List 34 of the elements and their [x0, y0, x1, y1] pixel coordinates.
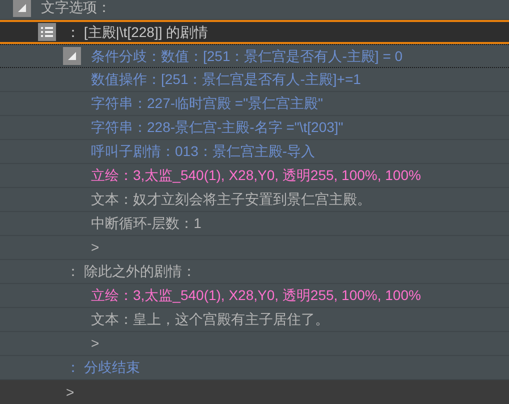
- command-row[interactable]: 呼叫子剧情：013：景仁宫主殿-导入: [0, 140, 509, 164]
- command-text: ： 除此之外的剧情：: [66, 262, 196, 281]
- command-text: 呼叫子剧情：013：景仁宫主殿-导入: [91, 142, 316, 161]
- command-row[interactable]: 字符串：227-临时宫殿 ="景仁宫主殿": [0, 92, 509, 116]
- command-row[interactable]: ： [主殿|\t[228]] 的剧情: [0, 20, 509, 44]
- command-row[interactable]: 立绘：3,太监_540(1), X28,Y0, 透明255, 100%, 100%: [0, 284, 509, 308]
- command-text: 条件分歧：数值：[251：景仁宫是否有人-主殿] = 0: [91, 46, 403, 66]
- command-text: 中断循环-层数：1: [91, 214, 202, 233]
- command-row[interactable]: >: [0, 380, 509, 404]
- expanded-triangle-icon[interactable]: [13, 0, 31, 16]
- command-row[interactable]: 文本：奴才立刻会将主子安置到景仁宫主殿。: [0, 188, 509, 212]
- command-text: 字符串：228-景仁宫-主殿-名字 ="\t[203]": [91, 118, 344, 137]
- command-row[interactable]: 文本：皇上，这个宫殿有主子居住了。: [0, 308, 509, 332]
- command-text: ： [主殿|\t[228]] 的剧情: [66, 22, 208, 42]
- command-row[interactable]: >: [0, 236, 509, 260]
- command-text: 文本：奴才立刻会将主子安置到景仁宫主殿。: [91, 190, 371, 209]
- command-text: >: [91, 238, 100, 257]
- command-row[interactable]: 数值操作：[251：景仁宫是否有人-主殿]+=1: [0, 68, 509, 92]
- command-text: 立绘：3,太监_540(1), X28,Y0, 透明255, 100%, 100%: [91, 286, 421, 305]
- command-text: 数值操作：[251：景仁宫是否有人-主殿]+=1: [91, 70, 361, 89]
- command-text: ： 分歧结束: [66, 358, 140, 377]
- command-row[interactable]: >: [0, 332, 509, 356]
- command-text: 文本：皇上，这个宫殿有主子居住了。: [91, 310, 329, 329]
- list-icon[interactable]: [38, 23, 56, 41]
- command-row[interactable]: ： 除此之外的剧情：: [0, 260, 509, 284]
- command-row[interactable]: 立绘：3,太监_540(1), X28,Y0, 透明255, 100%, 100%: [0, 164, 509, 188]
- command-text: >: [66, 382, 74, 402]
- command-text: 字符串：227-临时宫殿 ="景仁宫主殿": [91, 94, 324, 113]
- command-text: 立绘：3,太监_540(1), X28,Y0, 透明255, 100%, 100%: [91, 166, 421, 185]
- command-row[interactable]: 条件分歧：数值：[251：景仁宫是否有人-主殿] = 0: [0, 44, 509, 68]
- command-text: 文字选项：: [41, 0, 111, 17]
- command-text: >: [91, 334, 100, 353]
- command-row[interactable]: 中断循环-层数：1: [0, 212, 509, 236]
- command-row[interactable]: 字符串：228-景仁宫-主殿-名字 ="\t[203]": [0, 116, 509, 140]
